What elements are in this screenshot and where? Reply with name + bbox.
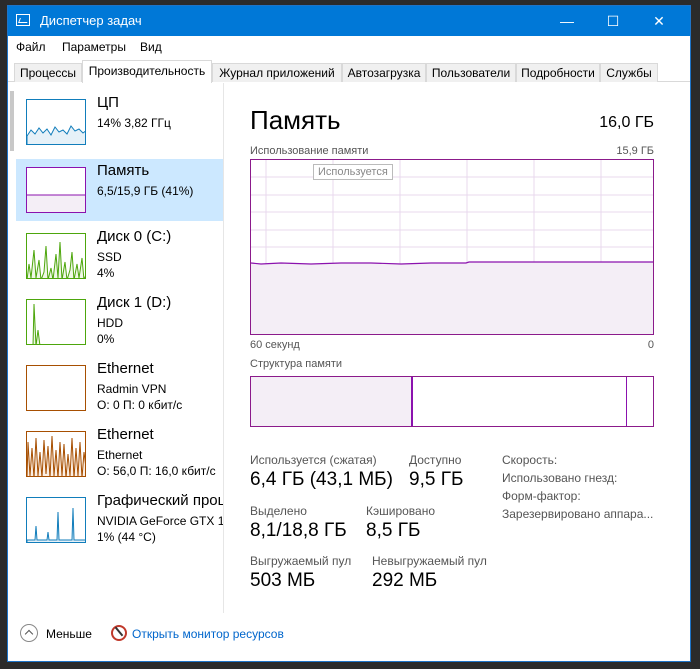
menu-bar: Файл Параметры Вид (8, 36, 690, 58)
close-button[interactable]: ✕ (636, 6, 682, 36)
sidebar-item-ethernet-radmin[interactable]: Ethernet Radmin VPN О: 0 П: 0 кбит/с (16, 357, 223, 419)
segment-standby-divider (626, 377, 627, 426)
menu-file[interactable]: Файл (16, 40, 46, 54)
open-resource-monitor-link[interactable]: Открыть монитор ресурсов (132, 627, 284, 641)
in-use-label: Используется (сжатая) (250, 453, 377, 467)
title-bar[interactable]: Диспетчер задач — ☐ ✕ (8, 6, 690, 36)
sidebar-item-detail: 6,5/15,9 ГБ (41%) (97, 184, 194, 198)
committed-label: Выделено (250, 504, 307, 518)
sidebar-item-memory[interactable]: Память 6,5/15,9 ГБ (41%) (16, 159, 223, 221)
task-manager-window: Диспетчер задач — ☐ ✕ Файл Параметры Вид… (7, 5, 691, 662)
maximize-button[interactable]: ☐ (590, 6, 636, 36)
sidebar-item-detail: 14% 3,82 ГГц (97, 116, 171, 130)
available-label: Доступно (409, 453, 462, 467)
sidebar-item-detail: Ethernet (97, 448, 143, 462)
memory-details: Память 16,0 ГБ Использование памяти 15,9… (250, 83, 654, 613)
sidebar-item-name: Графический процессор (97, 492, 223, 509)
form-factor-label: Форм-фактор: (502, 489, 581, 503)
chevron-up-icon[interactable] (20, 624, 38, 642)
resource-monitor-icon[interactable] (111, 625, 127, 641)
footer-bar: Меньше Открыть монитор ресурсов (8, 618, 690, 658)
disk-graph-icon (26, 233, 86, 279)
sidebar-item-detail: HDD (97, 316, 123, 330)
sidebar-item-name: Память (97, 162, 150, 179)
sidebar-item-cpu[interactable]: ЦП 14% 3,82 ГГц (16, 91, 223, 153)
available-value: 9,5 ГБ (409, 469, 464, 490)
sidebar-scrollbar[interactable] (8, 83, 16, 613)
hardware-reserved-label: Зарезервировано аппара... (502, 507, 654, 521)
resource-sidebar: ЦП 14% 3,82 ГГц Память 6,5/15,9 ГБ (41%)… (16, 83, 223, 613)
time-axis-left: 60 секунд (250, 339, 300, 351)
sidebar-item-detail: NVIDIA GeForce GTX 1060 (97, 514, 223, 528)
tab-details[interactable]: Подробности (516, 63, 600, 82)
pane-divider[interactable] (223, 83, 224, 613)
memory-graph-icon (26, 167, 86, 213)
sidebar-item-detail: Radmin VPN (97, 382, 167, 396)
minimize-button[interactable]: — (544, 6, 590, 36)
sidebar-item-name: Диск 0 (C:) (97, 228, 172, 245)
menu-options[interactable]: Параметры (62, 40, 126, 54)
sidebar-item-name: Ethernet (97, 360, 154, 377)
tab-strip: Процессы Производительность Журнал прило… (8, 60, 690, 83)
cpu-graph-icon (26, 99, 86, 145)
page-title: Память (250, 105, 341, 135)
tab-startup[interactable]: Автозагрузка (342, 63, 426, 82)
tab-users[interactable]: Пользователи (426, 63, 516, 82)
slots-used-label: Использовано гнезд: (502, 471, 618, 485)
tab-performance[interactable]: Производительность (82, 60, 212, 83)
performance-pane: ЦП 14% 3,82 ГГц Память 6,5/15,9 ГБ (41%)… (8, 83, 690, 613)
task-manager-icon (16, 14, 30, 26)
sidebar-item-gpu[interactable]: Графический процессор NVIDIA GeForce GTX… (16, 489, 223, 551)
menu-view[interactable]: Вид (140, 40, 162, 54)
usage-graph-label: Использование памяти (250, 145, 369, 157)
nonpaged-pool-value: 292 МБ (372, 570, 438, 591)
graph-canvas (251, 160, 653, 334)
sidebar-item-disk1[interactable]: Диск 1 (D:) HDD 0% (16, 291, 223, 353)
sidebar-item-detail: 1% (44 °C) (97, 530, 156, 544)
usage-graph-max: 15,9 ГБ (616, 145, 654, 157)
tab-services[interactable]: Службы (600, 63, 658, 82)
cached-label: Кэшировано (366, 504, 436, 518)
window-title: Диспетчер задач (40, 13, 142, 28)
sidebar-item-detail: О: 56,0 П: 16,0 кбит/с (97, 464, 216, 478)
sidebar-item-disk0[interactable]: Диск 0 (C:) SSD 4% (16, 225, 223, 287)
tab-processes[interactable]: Процессы (14, 63, 82, 82)
segment-in-use[interactable] (251, 377, 413, 426)
memory-usage-graph (250, 159, 654, 335)
committed-value: 8,1/18,8 ГБ (250, 520, 347, 541)
graph-tooltip: Используется (313, 164, 393, 180)
sidebar-item-detail: 4% (97, 266, 115, 280)
network-graph-icon (26, 365, 86, 411)
paged-pool-label: Выгружаемый пул (250, 554, 352, 568)
sidebar-item-name: Ethernet (97, 426, 154, 443)
nonpaged-pool-label: Невыгружаемый пул (372, 554, 487, 568)
fewer-details-button[interactable]: Меньше (46, 627, 92, 641)
scrollbar-thumb[interactable] (10, 91, 14, 151)
gpu-graph-icon (26, 497, 86, 543)
structure-label: Структура памяти (250, 358, 343, 370)
sidebar-item-detail: SSD (97, 250, 122, 264)
disk-graph-icon (26, 299, 86, 345)
paged-pool-value: 503 МБ (250, 570, 316, 591)
sidebar-item-name: Диск 1 (D:) (97, 294, 172, 311)
sidebar-item-name: ЦП (97, 94, 119, 111)
speed-label: Скорость: (502, 453, 558, 467)
tab-app-history[interactable]: Журнал приложений (212, 63, 342, 82)
network-graph-icon (26, 431, 86, 477)
memory-total: 16,0 ГБ (599, 114, 654, 131)
in-use-value: 6,4 ГБ (43,1 МБ) (250, 469, 393, 490)
sidebar-item-detail: 0% (97, 332, 115, 346)
memory-composition-bar (250, 376, 654, 427)
time-axis-right: 0 (647, 339, 654, 351)
sidebar-item-detail: О: 0 П: 0 кбит/с (97, 398, 183, 412)
sidebar-item-ethernet[interactable]: Ethernet Ethernet О: 56,0 П: 16,0 кбит/с (16, 423, 223, 485)
cached-value: 8,5 ГБ (366, 520, 421, 541)
